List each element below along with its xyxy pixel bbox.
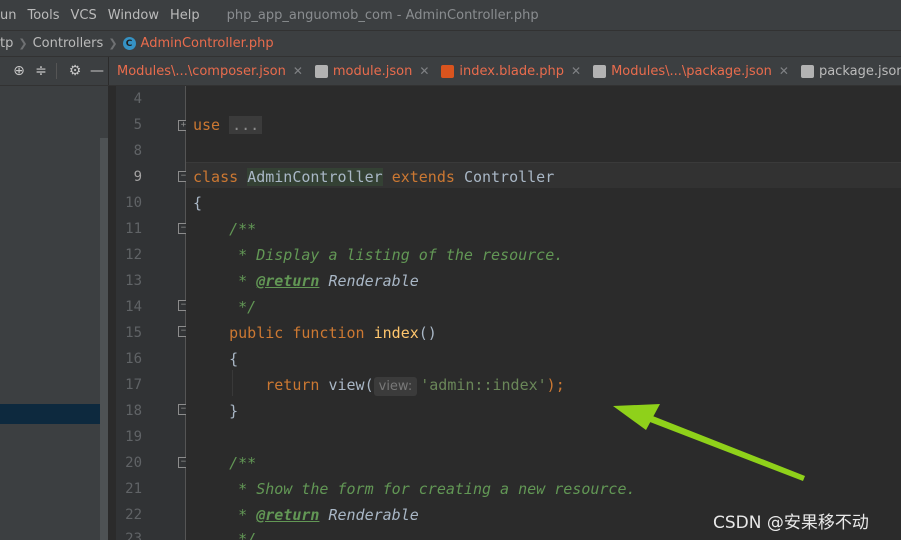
arrow-head [613, 404, 660, 430]
arrow-shaft [637, 411, 805, 481]
annotation-arrow [613, 404, 805, 481]
watermark-text: CSDN @安果移不动 [713, 513, 869, 533]
